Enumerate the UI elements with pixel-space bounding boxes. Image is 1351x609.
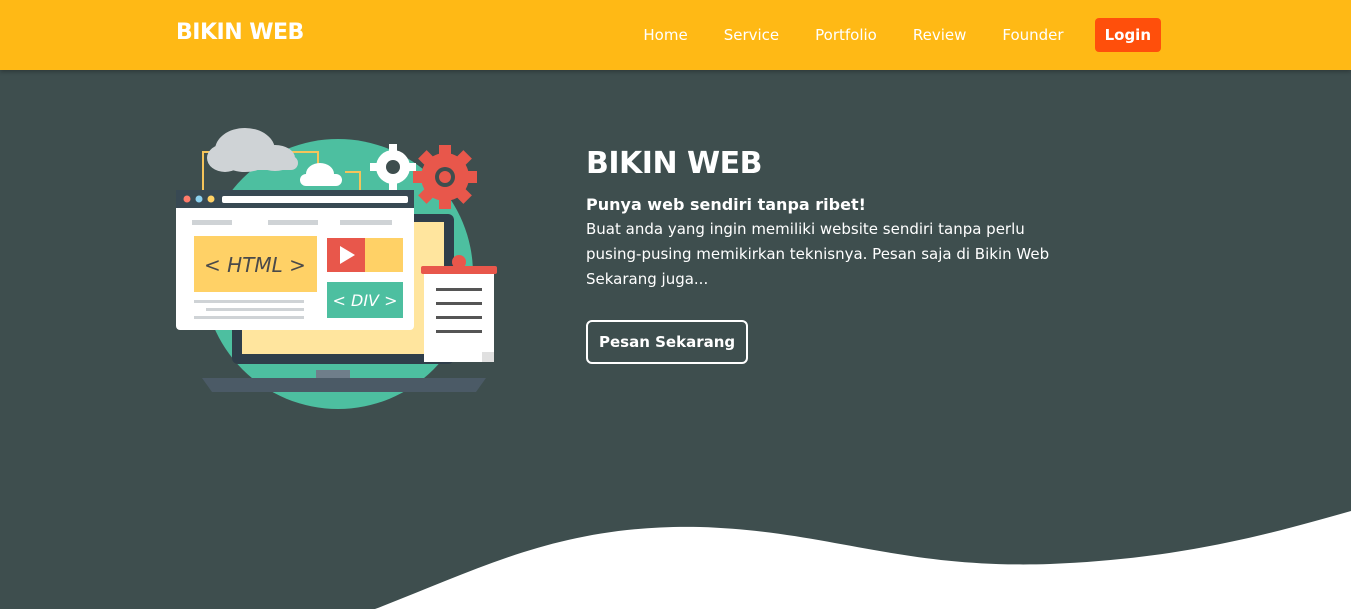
cloud-icon <box>207 128 298 172</box>
hero-subtitle: Punya web sendiri tanpa ribet! <box>586 195 866 214</box>
web-development-illustration: < HTML > < DIV > <box>176 128 497 409</box>
brand-logo[interactable]: BIKIN WEB <box>176 20 304 45</box>
hero-title: BIKIN WEB <box>586 146 762 181</box>
navbar: BIKIN WEB Home Service Portfolio Review … <box>0 0 1351 70</box>
html-tag-label: < HTML > <box>204 253 306 277</box>
nav-link-portfolio[interactable]: Portfolio <box>815 26 877 44</box>
login-button[interactable]: Login <box>1094 18 1161 52</box>
hero-description: Buat anda yang ingin memiliki website se… <box>586 220 1050 288</box>
browser-window-icon: < HTML > < DIV > <box>176 190 414 330</box>
nav-link-home[interactable]: Home <box>643 26 687 44</box>
nav-link-review[interactable]: Review <box>913 26 967 44</box>
wave-divider <box>375 511 1351 609</box>
order-now-button[interactable]: Pesan Sekarang <box>586 320 749 364</box>
nav-links: Home Service Portfolio Review Founder Lo… <box>643 0 1161 70</box>
div-tag-label: < DIV > <box>333 291 398 310</box>
document-icon <box>421 255 497 362</box>
nav-link-founder[interactable]: Founder <box>1002 26 1063 44</box>
red-gear-icon <box>413 145 477 209</box>
hero-content: BIKIN WEB Punya web sendiri tanpa ribet!… <box>586 146 1086 364</box>
nav-link-service[interactable]: Service <box>724 26 779 44</box>
